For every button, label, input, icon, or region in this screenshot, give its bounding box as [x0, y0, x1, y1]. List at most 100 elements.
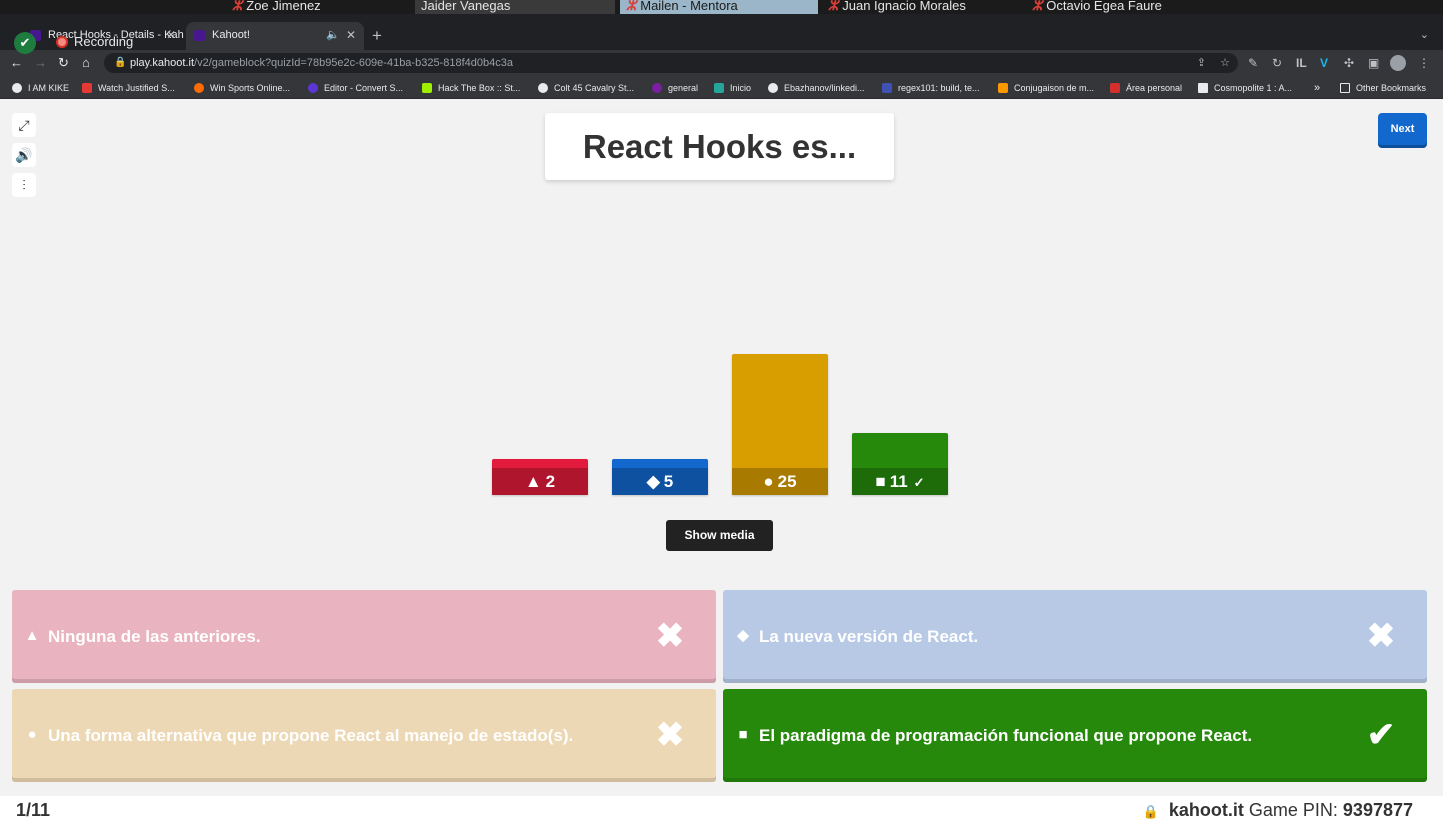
result-bar-label: ● 25: [732, 468, 828, 495]
bookmark-label: Editor - Convert S...: [324, 83, 404, 93]
bookmark-item[interactable]: I AM KIKE: [12, 80, 69, 96]
address-bar[interactable]: 🔒 play.kahoot.it/v2/gameblock?quizId=78b…: [104, 53, 1238, 73]
bookmark-item[interactable]: Conjugaison de m...: [998, 80, 1094, 96]
bookmark-label: I AM KIKE: [28, 83, 70, 93]
incorrect-cross-icon: ✖: [655, 716, 685, 754]
answer-triangle: ▲ Ninguna de las anteriores. ✖: [12, 590, 716, 683]
triangle-icon: ▲: [24, 627, 40, 644]
bookmark-item[interactable]: Área personal: [1110, 80, 1182, 96]
correct-check-icon: ✔: [1366, 716, 1396, 754]
participant-tile[interactable]: ⵣ Mailen - Mentora: [620, 0, 818, 14]
square-icon: ■: [875, 471, 886, 491]
bookmark-favicon-icon: [194, 83, 204, 93]
bookmark-item[interactable]: Cosmopolite 1 : A...: [1198, 80, 1292, 96]
answer-text: El paradigma de programación funcional q…: [759, 725, 1253, 745]
participant-name: Jaider Vanegas: [421, 0, 511, 13]
result-bar-label: ▲ 2: [492, 468, 588, 495]
participant-tile[interactable]: ⵣ Octavio Egea Faure: [1026, 0, 1198, 14]
tab-search-chevron-icon[interactable]: ⌄: [1420, 28, 1429, 41]
zoom-participant-strip: ⵣ Zoe Jimenez Jaider Vanegas ⵣ Mailen - Me…: [0, 0, 1443, 14]
browser-menu-icon[interactable]: ⋮: [1418, 55, 1430, 71]
muted-icon: ⵣ: [232, 0, 243, 13]
bookmark-item[interactable]: regex101: build, te...: [882, 80, 980, 96]
tab-title: Kahoot!: [212, 29, 250, 41]
next-button[interactable]: Next: [1378, 113, 1427, 148]
answer-text: Una forma alternativa que propone React …: [48, 725, 574, 745]
question-counter: 1/11: [16, 800, 51, 819]
game-pin: 9397877: [1342, 800, 1413, 819]
bookmark-label: Other Bookmarks: [1356, 83, 1427, 93]
recording-indicator: Recording: [56, 34, 133, 49]
lock-icon[interactable]: 🔒: [1143, 804, 1159, 819]
participant-tile[interactable]: ⵣ Juan Ignacio Morales: [822, 0, 1018, 14]
volume-icon[interactable]: 🔊: [12, 143, 36, 167]
participant-tile[interactable]: ⵣ Zoe Jimenez: [226, 0, 366, 14]
diamond-icon: ◆: [646, 472, 660, 491]
extensions-puzzle-icon[interactable]: ✣: [1344, 55, 1354, 71]
bookmark-star-icon[interactable]: ☆: [1220, 53, 1230, 73]
result-bar-circle: ● 25: [732, 354, 828, 495]
bookmark-favicon-icon: [422, 83, 432, 93]
muted-icon: ⵣ: [828, 0, 839, 13]
result-count: 11: [889, 471, 908, 491]
diamond-icon: ◆: [737, 627, 749, 644]
browser-tab-bar: React Hooks - Details - Kahoot ✕ Kahoot!…: [0, 14, 1443, 50]
bookmark-favicon-icon: [998, 83, 1008, 93]
fullscreen-icon[interactable]: ⤢: [12, 113, 36, 137]
bookmark-label: Watch Justified S...: [98, 83, 175, 93]
question-title: React Hooks es...: [545, 113, 894, 180]
bookmark-item[interactable]: Watch Justified S...: [82, 80, 175, 96]
show-media-button[interactable]: Show media: [666, 520, 773, 551]
pen-extension-icon[interactable]: ✎: [1248, 55, 1258, 71]
tab-kahoot-game[interactable]: Kahoot! 🔈 ✕: [186, 22, 364, 50]
participant-tile[interactable]: Jaider Vanegas: [415, 0, 615, 14]
back-arrow-icon[interactable]: ←: [10, 54, 23, 72]
more-bookmarks-chevron-icon[interactable]: »: [1314, 80, 1320, 96]
result-count: 25: [777, 472, 797, 491]
url-path: /v2/gameblock?quizId=78b95e2c-609e-41ba-…: [194, 57, 513, 69]
forward-arrow-icon[interactable]: →: [34, 54, 47, 72]
sync-extension-icon[interactable]: ↻: [1272, 55, 1282, 71]
browser-toolbar: ← → ↻ ⌂ 🔒 play.kahoot.it/v2/gameblock?qu…: [0, 50, 1443, 76]
reload-icon[interactable]: ↻: [58, 54, 69, 72]
correct-check-icon: ✓: [913, 474, 925, 490]
bookmark-item[interactable]: Colt 45 Cavalry St...: [538, 80, 634, 96]
result-bar-square: ■ 11 ✓: [852, 432, 948, 495]
settings-sliders-icon[interactable]: ⫶: [12, 173, 36, 197]
bookmark-favicon-icon: [1110, 83, 1120, 93]
bookmark-item[interactable]: Editor - Convert S...: [308, 80, 403, 96]
bookmark-label: Colt 45 Cavalry St...: [554, 83, 635, 93]
bookmark-item[interactable]: Inicio: [714, 80, 751, 96]
other-bookmarks-folder[interactable]: Other Bookmarks: [1340, 80, 1426, 96]
bookmarks-bar: I AM KIKE Watch Justified S... Win Sport…: [0, 76, 1443, 99]
vimeo-extension-icon[interactable]: V: [1320, 55, 1328, 71]
incorrect-cross-icon: ✖: [1366, 617, 1396, 655]
muted-icon: ⵣ: [626, 0, 637, 13]
home-icon[interactable]: ⌂: [82, 54, 90, 72]
close-tab-icon[interactable]: ✕: [166, 22, 176, 48]
bookmark-label: Conjugaison de m...: [1014, 83, 1095, 93]
participant-name: Mailen - Mentora: [640, 0, 738, 13]
participant-name: Zoe Jimenez: [246, 0, 321, 13]
profile-avatar[interactable]: [1390, 55, 1406, 71]
triangle-icon: ▲: [524, 472, 542, 491]
participant-name: Juan Ignacio Morales: [842, 0, 966, 13]
side-panel-icon[interactable]: ▣: [1368, 55, 1379, 71]
il-extension-icon[interactable]: IL: [1296, 55, 1307, 71]
audio-playing-icon[interactable]: 🔈: [326, 22, 340, 48]
close-tab-icon[interactable]: ✕: [346, 22, 356, 48]
bookmark-item[interactable]: Ebazhanov/linkedi...: [768, 80, 865, 96]
lock-icon[interactable]: 🔒: [114, 53, 126, 73]
bookmark-item[interactable]: Hack The Box :: St...: [422, 80, 520, 96]
game-pin-info: 🔒 kahoot.it Game PIN: 9397877: [1143, 800, 1413, 819]
share-icon[interactable]: ⇪: [1197, 53, 1206, 73]
bookmark-item[interactable]: general: [652, 80, 698, 96]
bookmark-favicon-icon: [12, 83, 22, 93]
bookmark-favicon-icon: [82, 83, 92, 93]
new-tab-icon[interactable]: +: [372, 26, 382, 46]
bookmark-label: Área personal: [1126, 83, 1183, 93]
security-shield-icon: ✔: [14, 32, 36, 54]
bookmark-label: Inicio: [730, 83, 752, 93]
bookmark-item[interactable]: Win Sports Online...: [194, 80, 290, 96]
result-count: 5: [663, 472, 674, 491]
